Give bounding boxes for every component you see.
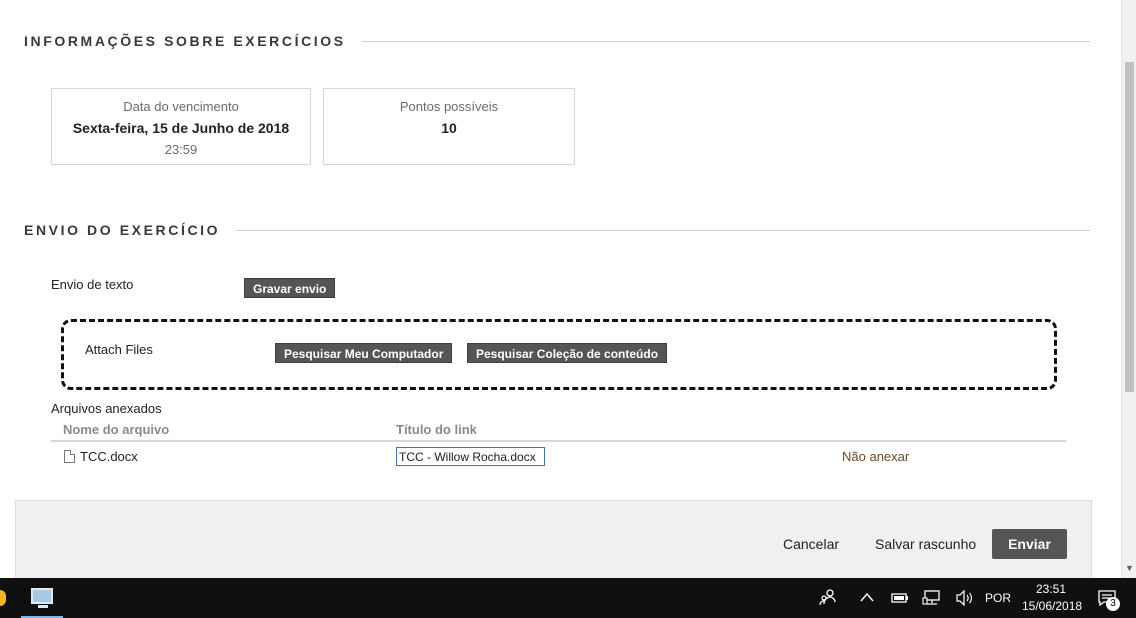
points-card: Pontos possíveis 10 [323, 88, 575, 165]
section-header-submission: ENVIO DO EXERCÍCIO [24, 220, 1090, 240]
assignment-page: INFORMAÇÕES SOBRE EXERCÍCIOS Data do ven… [0, 0, 1108, 578]
due-time-value: 23:59 [164, 142, 198, 157]
due-date-card: Data do vencimento Sexta-feira, 15 de Ju… [51, 88, 311, 165]
cancel-button[interactable]: Cancelar [783, 536, 839, 552]
table-header: Nome do arquivo Título do link [51, 421, 1066, 442]
section-title-submission: ENVIO DO EXERCÍCIO [24, 222, 221, 238]
network-icon[interactable] [922, 590, 942, 606]
column-header-file-name: Nome do arquivo [63, 422, 170, 437]
taskbar-clock-date[interactable]: 15/06/2018 [1022, 599, 1082, 613]
link-title-input[interactable] [396, 447, 545, 466]
do-not-attach-link[interactable]: Não anexar [842, 449, 909, 464]
section-divider [361, 40, 1090, 42]
chevron-up-icon[interactable] [860, 592, 874, 602]
volume-icon[interactable] [955, 590, 973, 606]
browse-content-collection-button[interactable]: Pesquisar Coleção de conteúdo [467, 343, 668, 363]
battery-icon[interactable] [891, 591, 909, 605]
people-icon[interactable] [819, 588, 837, 606]
attached-files-title: Arquivos anexados [51, 401, 162, 416]
taskbar-clock-time[interactable]: 23:51 [1036, 582, 1066, 596]
text-submission-label: Envio de texto [51, 277, 134, 292]
due-date-label: Data do vencimento [123, 99, 239, 114]
vertical-scrollbar[interactable]: ▼ [1121, 0, 1136, 578]
file-name: TCC.docx [80, 449, 138, 464]
write-submission-button[interactable]: Gravar envio [244, 278, 336, 298]
points-value: 10 [441, 120, 457, 136]
scrollbar-thumb[interactable] [1125, 62, 1134, 392]
attached-files-table: Nome do arquivo Título do link TCC.docx … [51, 421, 1066, 472]
attach-files-label: Attach Files [85, 342, 153, 357]
due-date-value: Sexta-feira, 15 de Junho de 2018 [72, 120, 290, 136]
monitor-stand [38, 605, 48, 608]
section-divider [236, 229, 1090, 231]
taskbar-app-button[interactable] [21, 578, 63, 618]
windows-taskbar: POR 23:51 15/06/2018 [0, 578, 1136, 618]
input-language-indicator[interactable]: POR [985, 591, 1011, 605]
column-header-link-title: Título do link [396, 422, 477, 437]
section-header-info: INFORMAÇÕES SOBRE EXERCÍCIOS [24, 31, 1090, 51]
section-title-info: INFORMAÇÕES SOBRE EXERCÍCIOS [24, 33, 346, 49]
table-row: TCC.docx Não anexar [51, 442, 1066, 472]
save-draft-button[interactable]: Salvar rascunho [875, 536, 976, 552]
points-label: Pontos possíveis [399, 99, 499, 114]
app-icon-partial[interactable] [0, 590, 6, 606]
document-icon [64, 450, 75, 463]
scroll-down-arrow-icon[interactable]: ▼ [1125, 563, 1134, 573]
browse-computer-button[interactable]: Pesquisar Meu Computador [275, 343, 453, 363]
monitor-icon [31, 588, 53, 604]
notification-count-badge: 3 [1106, 597, 1120, 611]
submit-button[interactable]: Enviar [992, 529, 1067, 559]
